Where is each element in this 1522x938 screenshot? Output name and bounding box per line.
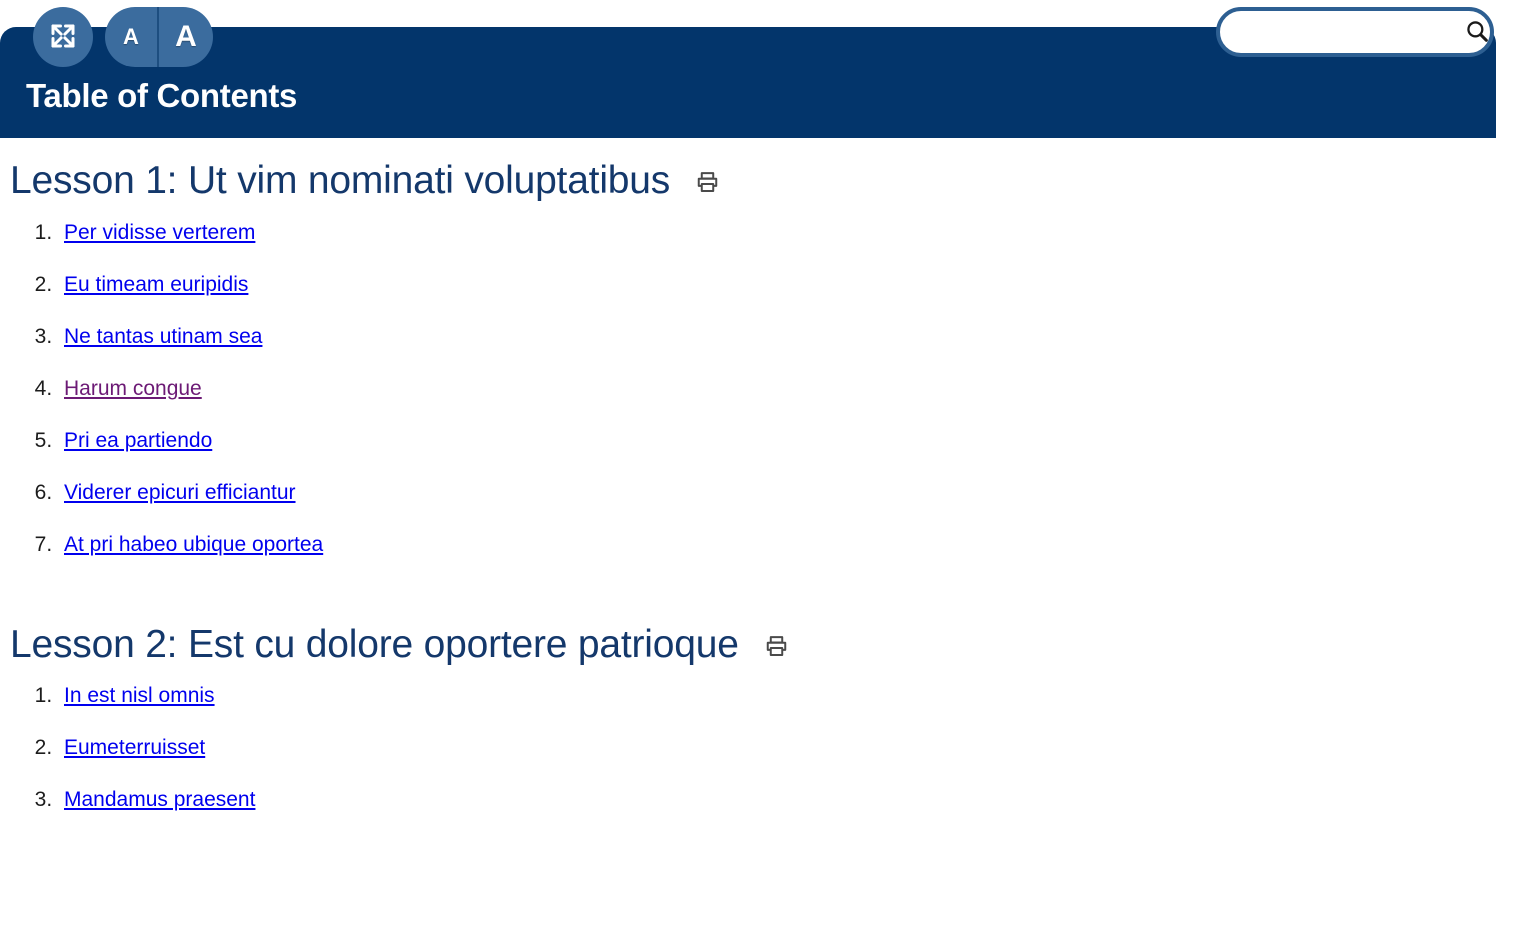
list-item: Eu timeam euripidis [58, 273, 1522, 297]
list-item: Mandamus praesent [58, 788, 1522, 812]
lesson-section: Lesson 1: Ut vim nominati voluptatibus P… [0, 138, 1522, 557]
list-item: Eumeterruisset [58, 736, 1522, 760]
text-size-button-group: A A [105, 7, 213, 67]
list-item: At pri habeo ubique oportea [58, 533, 1522, 557]
lesson-link[interactable]: Harum congue [64, 377, 202, 400]
list-item: Harum congue [58, 377, 1522, 401]
lesson-link[interactable]: Viderer epicuri efficiantur [64, 481, 296, 504]
lesson-link[interactable]: In est nisl omnis [64, 684, 215, 707]
lesson-header: Lesson 2: Est cu dolore oportere patrioq… [10, 623, 1522, 667]
lesson-item-list: Per vidisse verterem Eu timeam euripidis… [0, 221, 1522, 557]
lesson-link[interactable]: Pri ea partiendo [64, 429, 212, 452]
lesson-link[interactable]: Eu timeam euripidis [64, 273, 248, 296]
lesson-link[interactable]: Eumeterruisset [64, 736, 205, 759]
fullscreen-button[interactable] [33, 7, 93, 67]
search-button[interactable] [1463, 11, 1490, 53]
lesson-link[interactable]: At pri habeo ubique oportea [64, 533, 323, 556]
magnifier-icon [1464, 18, 1490, 47]
increase-text-size-button[interactable]: A [159, 7, 213, 67]
page-title: Table of Contents [26, 77, 298, 114]
lesson-link[interactable]: Per vidisse verterem [64, 221, 255, 244]
lesson-link[interactable]: Ne tantas utinam sea [64, 325, 262, 348]
lesson-title: Lesson 1: Ut vim nominati voluptatibus [10, 159, 671, 202]
list-item: Viderer epicuri efficiantur [58, 481, 1522, 505]
toc-content: Lesson 1: Ut vim nominati voluptatibus P… [0, 138, 1522, 812]
lesson-link[interactable]: Mandamus praesent [64, 788, 255, 811]
list-item: Pri ea partiendo [58, 429, 1522, 453]
lesson-title: Lesson 2: Est cu dolore oportere patrioq… [10, 622, 739, 666]
search-box[interactable] [1216, 7, 1494, 57]
print-lesson-button[interactable] [695, 170, 720, 198]
list-item: Ne tantas utinam sea [58, 325, 1522, 349]
fullscreen-expand-icon [48, 21, 78, 54]
header-toolbar: A A [33, 7, 213, 67]
lesson-item-list: In est nisl omnis Eumeterruisset Mandamu… [0, 684, 1522, 812]
printer-icon [695, 170, 720, 198]
lesson-section: Lesson 2: Est cu dolore oportere patrioq… [0, 557, 1522, 813]
list-item: Per vidisse verterem [58, 221, 1522, 245]
search-input[interactable] [1220, 11, 1463, 53]
print-lesson-button[interactable] [764, 634, 789, 662]
list-item: In est nisl omnis [58, 684, 1522, 708]
lesson-header: Lesson 1: Ut vim nominati voluptatibus [10, 159, 1522, 203]
decrease-text-size-button[interactable]: A [105, 7, 159, 67]
printer-icon [764, 634, 789, 662]
